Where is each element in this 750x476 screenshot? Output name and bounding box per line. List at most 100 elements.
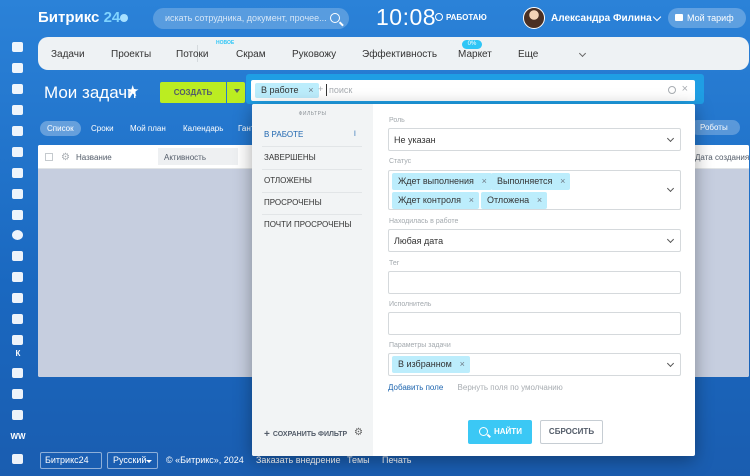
rail-item-ww[interactable]: WW — [8, 432, 28, 441]
params-tag-favorites[interactable]: В избранном × — [392, 356, 470, 373]
footer-order-link[interactable]: Заказать внедрение — [256, 455, 341, 465]
document-icon[interactable] — [12, 126, 23, 136]
preset-divider — [262, 169, 362, 170]
preset-overdue[interactable]: ПРОСРОЧЕНЫ — [264, 198, 364, 207]
gear-icon[interactable]: ⚙ — [61, 152, 70, 163]
chip-close-icon[interactable]: × — [308, 83, 313, 98]
menu-item-efficiency[interactable]: Эффективность — [362, 49, 437, 60]
tariff-button[interactable]: Мой тариф — [668, 8, 746, 28]
preset-completed[interactable]: ЗАВЕРШЕНЫ — [264, 153, 364, 162]
view-deadlines[interactable]: Сроки — [84, 121, 121, 136]
group-icon[interactable] — [12, 189, 23, 199]
view-calendar[interactable]: Календарь — [176, 121, 230, 136]
menu-item-supervise[interactable]: Руковожу — [292, 49, 336, 60]
executor-input[interactable] — [388, 312, 681, 335]
truck-icon[interactable] — [12, 314, 23, 324]
add-field-link[interactable]: Добавить поле — [388, 383, 443, 392]
code-icon[interactable] — [12, 410, 23, 420]
preset-deferred[interactable]: ОТЛОЖЕНЫ — [264, 176, 364, 185]
menu-item-tasks[interactable]: Задачи — [51, 49, 85, 60]
search-icon[interactable] — [668, 86, 676, 94]
tag-input[interactable] — [388, 271, 681, 294]
in-work-label: Находилась в работе — [389, 218, 459, 225]
global-search-placeholder: искать сотрудника, документ, прочее... — [165, 13, 327, 23]
restore-default-fields-link[interactable]: Вернуть поля по умолчанию — [458, 383, 563, 392]
crm-icon[interactable] — [12, 251, 23, 261]
executor-label: Исполнитель — [389, 301, 432, 308]
global-search-input[interactable]: искать сотрудника, документ, прочее... — [153, 8, 349, 29]
pen-icon[interactable] — [12, 210, 23, 220]
search-icon[interactable] — [330, 13, 340, 23]
status-tag-in-progress[interactable]: Выполняется × — [491, 173, 571, 190]
chevron-down-icon[interactable] — [578, 49, 587, 58]
status-multiselect[interactable]: Ждет выполнения × Выполняется × Ждет контр… — [388, 170, 681, 210]
language-select[interactable]: Русский — [107, 452, 158, 469]
login-icon[interactable] — [12, 42, 23, 52]
star-icon[interactable]: ★ — [126, 82, 139, 100]
column-date-created[interactable]: Дата создания — [695, 153, 749, 162]
filter-search-input[interactable]: В работе × + поиск × — [251, 80, 695, 101]
tasks-icon[interactable] — [12, 230, 23, 240]
tag-close-icon[interactable]: × — [482, 173, 487, 190]
tag-close-icon[interactable]: × — [560, 173, 565, 190]
menu-item-market[interactable]: Маркет — [458, 49, 492, 60]
status-tag-waiting[interactable]: Ждет выполнения × — [392, 173, 492, 190]
slash-icon[interactable] — [12, 389, 23, 399]
calendar-icon[interactable] — [12, 105, 23, 115]
bitrix24-logo[interactable]: Битрикс 24 — [38, 9, 120, 26]
close-icon[interactable]: × — [682, 83, 688, 95]
preset-almost-overdue[interactable]: ПОЧТИ ПРОСРОЧЕНЫ — [264, 220, 364, 229]
cart-icon[interactable] — [12, 272, 23, 282]
menu-item-scrum[interactable]: Скрам — [236, 49, 266, 60]
column-activity[interactable]: Активность — [164, 153, 206, 162]
work-status-button[interactable]: РАБОТАЮ — [435, 13, 487, 22]
chevron-down-icon — [666, 134, 675, 143]
mail-icon[interactable] — [12, 168, 23, 178]
create-button[interactable]: СОЗДАТЬ — [160, 82, 226, 103]
avatar[interactable] — [523, 7, 545, 29]
chevron-down-icon[interactable] — [652, 12, 662, 22]
menu-item-flows[interactable]: Потоки — [176, 49, 209, 60]
footer-logo[interactable]: Битрикс24 — [40, 452, 102, 469]
select-all-checkbox[interactable] — [45, 153, 53, 161]
tag-close-icon[interactable]: × — [537, 192, 542, 209]
sign-icon[interactable] — [12, 335, 23, 345]
feed-icon[interactable] — [12, 63, 23, 73]
params-label: Параметры задачи — [389, 342, 451, 349]
find-button[interactable]: НАЙТИ — [468, 420, 532, 444]
rail-item-k[interactable]: К — [8, 349, 28, 358]
tv-icon[interactable] — [12, 293, 23, 303]
view-my-plan[interactable]: Мой план — [123, 121, 173, 136]
page-title: Мои задачи — [44, 83, 137, 102]
badge-new: НОВОЕ — [216, 40, 235, 46]
tag-close-icon[interactable]: × — [469, 192, 474, 209]
robots-button[interactable]: Роботы — [690, 120, 740, 135]
pin-icon[interactable]: ǀ — [354, 131, 356, 138]
menu-item-projects[interactable]: Проекты — [111, 49, 151, 60]
tag-close-icon[interactable]: × — [460, 356, 465, 373]
preset-in-work[interactable]: В РАБОТЕ — [264, 130, 364, 139]
column-name[interactable]: Название — [76, 153, 112, 162]
filter-chip[interactable]: В работе × — [255, 83, 319, 98]
save-filter-button[interactable]: + СОХРАНИТЬ ФИЛЬТР — [264, 429, 347, 440]
stack-icon[interactable] — [12, 368, 23, 378]
params-multiselect[interactable]: В избранном × — [388, 353, 681, 376]
chat-icon[interactable] — [12, 84, 23, 94]
user-name[interactable]: Александра Филина — [551, 13, 652, 24]
reset-button[interactable]: СБРОСИТЬ — [540, 420, 603, 444]
status-tag-awaiting-control[interactable]: Ждет контроля × — [392, 192, 479, 209]
add-filter-icon[interactable]: + — [318, 84, 323, 94]
create-dropdown-button[interactable] — [227, 82, 245, 103]
menu-icon[interactable] — [12, 454, 23, 464]
filter-search-placeholder: поиск — [329, 85, 353, 95]
menu-item-more[interactable]: Еще — [518, 49, 538, 60]
in-work-date-select[interactable]: Любая дата — [388, 229, 681, 252]
footer-print-link[interactable]: Печать — [382, 455, 411, 465]
footer-themes-link[interactable]: Темы — [347, 455, 370, 465]
gear-icon[interactable]: ⚙ — [354, 427, 363, 438]
drive-icon[interactable] — [12, 147, 23, 157]
view-list[interactable]: Список — [40, 121, 81, 136]
role-select[interactable]: Не указан — [388, 128, 681, 151]
chevron-down-icon — [666, 235, 675, 244]
status-tag-deferred[interactable]: Отложена × — [481, 192, 548, 209]
